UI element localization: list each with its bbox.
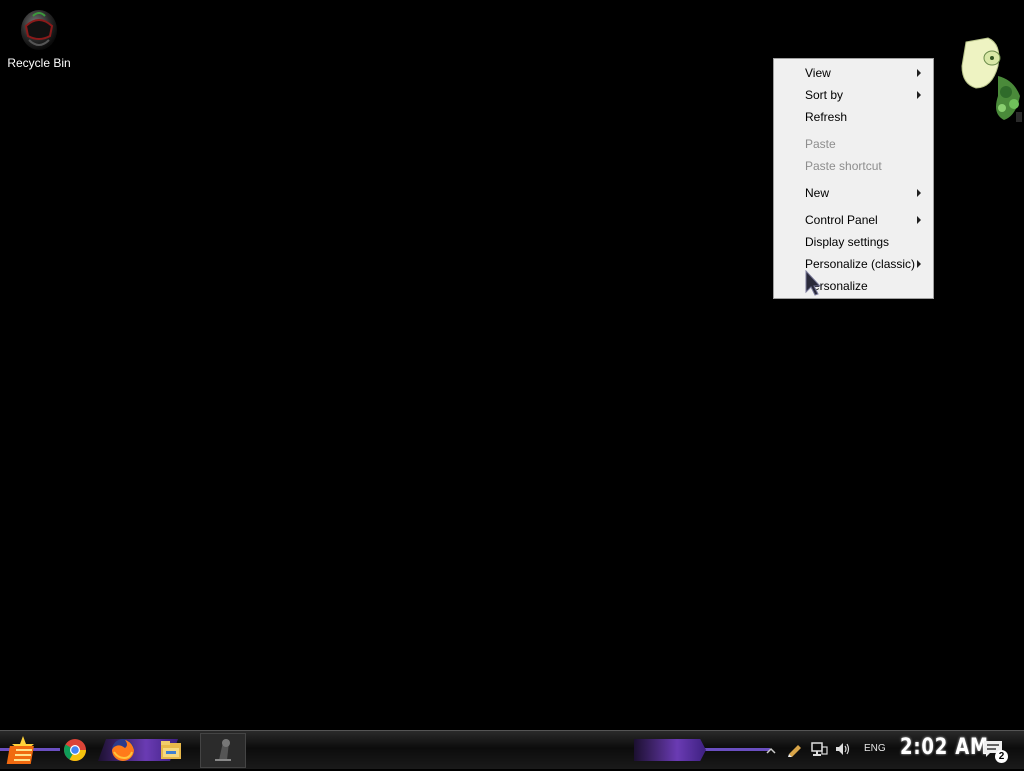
start-orb-icon (6, 736, 34, 764)
menu-item-label: Paste shortcut (805, 159, 882, 173)
notification-count-badge: 2 (995, 750, 1008, 763)
menu-item-paste: Paste (774, 133, 933, 155)
firefox-icon (112, 739, 134, 761)
menu-item-display-settings[interactable]: Display settings (774, 231, 933, 253)
submenu-arrow-icon (917, 189, 921, 197)
menu-item-label: New (805, 186, 830, 200)
menu-item-sort-by[interactable]: Sort by (774, 84, 933, 106)
menu-item-label: Display settings (805, 235, 890, 249)
mouse-cursor-icon (805, 269, 822, 296)
taskbar-file-explorer-button[interactable] (154, 734, 188, 766)
submenu-arrow-icon (917, 91, 921, 99)
taskbar-firefox-button[interactable] (106, 734, 140, 766)
pen-icon[interactable] (786, 740, 804, 758)
submenu-arrow-icon (917, 69, 921, 77)
network-icon[interactable] (810, 740, 828, 758)
menu-item-label: Sort by (805, 88, 844, 102)
menu-item-label: Control Panel (805, 213, 878, 227)
taskbar-accent-band (634, 739, 706, 761)
action-center-button[interactable]: 2 (982, 739, 1010, 763)
menu-item-label: Refresh (805, 110, 848, 124)
taskbar-app-button[interactable] (200, 733, 246, 768)
menu-item-paste-shortcut: Paste shortcut (774, 155, 933, 177)
menu-item-label: View (805, 66, 831, 80)
file-explorer-icon (161, 741, 181, 759)
start-button[interactable] (6, 734, 40, 766)
desktop[interactable]: Recycle Bin View Sort by Refresh Paste P… (0, 0, 1024, 730)
desktop-icon-label: Recycle Bin (7, 56, 71, 70)
menu-item-personalize[interactable]: Personalize (774, 275, 933, 297)
menu-item-label: Personalize (classic) (805, 257, 916, 271)
menu-item-view[interactable]: View (774, 62, 933, 84)
system-tray: ENG 2:02 AM 2 (760, 731, 1024, 769)
taskbar: ENG 2:02 AM 2 (0, 730, 1024, 769)
menu-item-label: Paste (805, 137, 836, 151)
menu-item-personalize-classic[interactable]: Personalize (classic) (774, 253, 933, 275)
desktop-icon-recycle-bin[interactable]: Recycle Bin (6, 6, 72, 70)
menu-item-new[interactable]: New (774, 182, 933, 204)
submenu-arrow-icon (917, 216, 921, 224)
submenu-arrow-icon (917, 260, 921, 268)
menu-item-refresh[interactable]: Refresh (774, 106, 933, 128)
character-decoration (958, 36, 1024, 126)
desktop-context-menu: View Sort by Refresh Paste Paste shortcu… (773, 58, 934, 299)
app-icon (215, 739, 231, 761)
show-hidden-icons-chevron[interactable] (766, 743, 776, 754)
language-indicator[interactable]: ENG (864, 743, 886, 754)
clock[interactable]: 2:02 AM (900, 735, 989, 760)
chrome-icon (64, 739, 86, 761)
taskbar-chrome-button[interactable] (58, 734, 92, 766)
volume-icon[interactable] (834, 740, 852, 758)
recycle-bin-icon (17, 6, 61, 52)
menu-item-control-panel[interactable]: Control Panel (774, 209, 933, 231)
